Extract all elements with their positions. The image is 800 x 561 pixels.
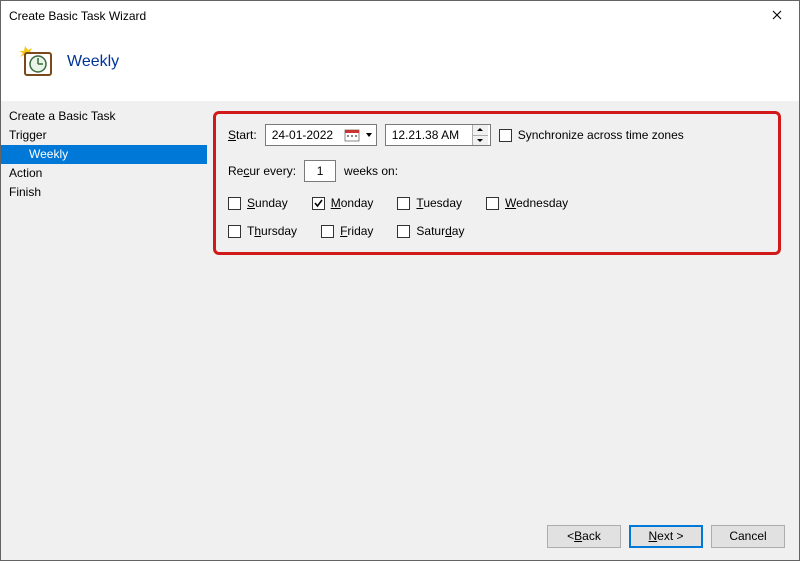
sidebar-item-create-a-basic-task[interactable]: Create a Basic Task [1, 107, 207, 126]
start-label: Start: [228, 128, 257, 142]
time-spinner [472, 125, 488, 145]
checkbox-box [228, 197, 241, 210]
recur-suffix-label: weeks on: [344, 164, 398, 178]
spinner-up-button[interactable] [473, 125, 488, 136]
day-label: Sunday [247, 196, 288, 210]
days-row-1: Sunday Monday Tuesday Wednesday [228, 196, 766, 210]
wizard-header: Weekly [1, 31, 799, 101]
recur-interval-input[interactable]: 1 [304, 160, 336, 182]
close-button[interactable] [754, 1, 799, 31]
wizard-footer: < Back Next > Cancel [1, 512, 799, 560]
checkbox-box [499, 129, 512, 142]
highlighted-settings-box: Start: 24-01-2022 12.21.38 AM [213, 111, 781, 255]
start-date-value: 24-01-2022 [272, 128, 340, 142]
wizard-content: Start: 24-01-2022 12.21.38 AM [207, 101, 799, 512]
sync-timezones-checkbox[interactable]: Synchronize across time zones [499, 128, 684, 142]
day-checkbox-thursday[interactable]: Thursday [228, 224, 297, 238]
checkbox-box [397, 225, 410, 238]
start-row: Start: 24-01-2022 12.21.38 AM [228, 124, 766, 146]
sidebar-item-finish[interactable]: Finish [1, 183, 207, 202]
checkbox-box [486, 197, 499, 210]
day-checkbox-wednesday[interactable]: Wednesday [486, 196, 568, 210]
calendar-icon [344, 127, 360, 143]
day-label: Thursday [247, 224, 297, 238]
start-date-picker[interactable]: 24-01-2022 [265, 124, 377, 146]
sync-timezones-label: Synchronize across time zones [518, 128, 684, 142]
checkbox-box [321, 225, 334, 238]
day-checkbox-tuesday[interactable]: Tuesday [397, 196, 462, 210]
start-time-picker[interactable]: 12.21.38 AM [385, 124, 491, 146]
cancel-button[interactable]: Cancel [711, 525, 785, 548]
wizard-sidebar: Create a Basic TaskTriggerWeeklyActionFi… [1, 101, 207, 512]
day-checkbox-sunday[interactable]: Sunday [228, 196, 288, 210]
days-row-2: Thursday Friday Saturday [228, 224, 766, 238]
window-title: Create Basic Task Wizard [9, 9, 754, 23]
titlebar: Create Basic Task Wizard [1, 1, 799, 31]
wizard-body: Create a Basic TaskTriggerWeeklyActionFi… [1, 101, 799, 512]
next-button[interactable]: Next > [629, 525, 703, 548]
day-label: Wednesday [505, 196, 568, 210]
spinner-down-button[interactable] [473, 136, 488, 146]
sidebar-item-weekly[interactable]: Weekly [1, 145, 207, 164]
recur-interval-value: 1 [317, 164, 324, 178]
sidebar-item-trigger[interactable]: Trigger [1, 126, 207, 145]
day-label: Saturday [416, 224, 464, 238]
day-label: Monday [331, 196, 374, 210]
wizard-window: Create Basic Task Wizard Weekly Create a… [0, 0, 800, 561]
day-checkbox-friday[interactable]: Friday [321, 224, 373, 238]
checkbox-box [312, 197, 325, 210]
sidebar-item-action[interactable]: Action [1, 164, 207, 183]
checkbox-box [397, 197, 410, 210]
checkbox-box [228, 225, 241, 238]
chevron-down-icon [364, 131, 374, 139]
back-button[interactable]: < Back [547, 525, 621, 548]
day-label: Tuesday [416, 196, 462, 210]
day-checkbox-saturday[interactable]: Saturday [397, 224, 464, 238]
close-icon [772, 9, 782, 23]
day-checkbox-monday[interactable]: Monday [312, 196, 374, 210]
start-time-value: 12.21.38 AM [392, 128, 472, 142]
day-label: Friday [340, 224, 373, 238]
recur-row: Recur every: 1 weeks on: [228, 160, 766, 182]
page-title: Weekly [67, 53, 119, 71]
recur-label: Recur every: [228, 164, 296, 178]
wizard-icon [19, 45, 53, 79]
